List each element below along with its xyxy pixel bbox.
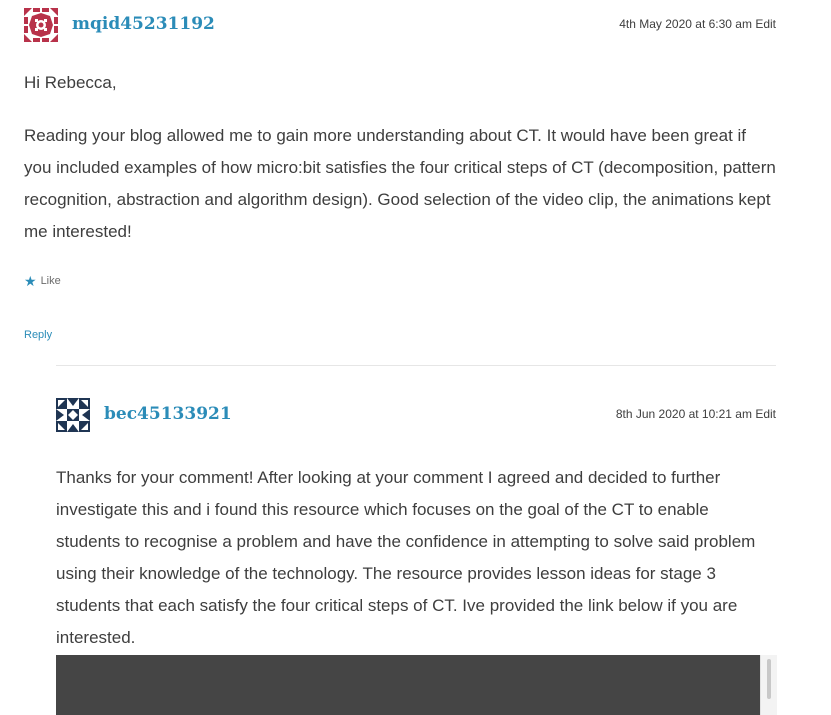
comment-paragraph: Hi Rebecca,	[24, 73, 117, 92]
comment-author[interactable]: bec45133921	[104, 404, 232, 424]
comment-reply: bec45133921 8th Jun 2020 at 10:21 am Edi…	[56, 365, 777, 715]
comment-date[interactable]: 8th Jun 2020 at 10:21 am	[616, 407, 752, 421]
comment-meta: 8th Jun 2020 at 10:21 am Edit	[616, 407, 776, 421]
comment-header: mqid45231192 4th May 2020 at 6:30 am Edi…	[24, 8, 776, 42]
comment-date[interactable]: 4th May 2020 at 6:30 am	[619, 17, 752, 31]
embedded-video[interactable]	[56, 655, 760, 715]
comment-paragraph: Thanks for your comment! After looking a…	[56, 468, 756, 647]
star-icon: ★	[24, 273, 37, 289]
comment-header: bec45133921 8th Jun 2020 at 10:21 am Edi…	[56, 398, 776, 432]
edit-link[interactable]: Edit	[755, 17, 776, 31]
reply-link[interactable]: Reply	[24, 329, 52, 341]
scrollbar-thumb[interactable]	[767, 659, 771, 699]
like-button[interactable]: ★ Like	[24, 274, 776, 288]
comment-meta: 4th May 2020 at 6:30 am Edit	[619, 17, 776, 31]
comment-paragraph: Reading your blog allowed me to gain mor…	[24, 126, 776, 241]
edit-link[interactable]: Edit	[755, 407, 776, 421]
avatar	[56, 398, 90, 432]
comment-body: Thanks for your comment! After looking a…	[56, 462, 776, 654]
comment-author[interactable]: mqid45231192	[72, 14, 215, 34]
comment-body: Hi Rebecca, Reading your blog allowed me…	[24, 72, 776, 248]
avatar	[24, 8, 58, 42]
comment: mqid45231192 4th May 2020 at 6:30 am Edi…	[24, 8, 776, 343]
like-label: Like	[40, 275, 61, 287]
scrollbar[interactable]	[760, 655, 777, 715]
